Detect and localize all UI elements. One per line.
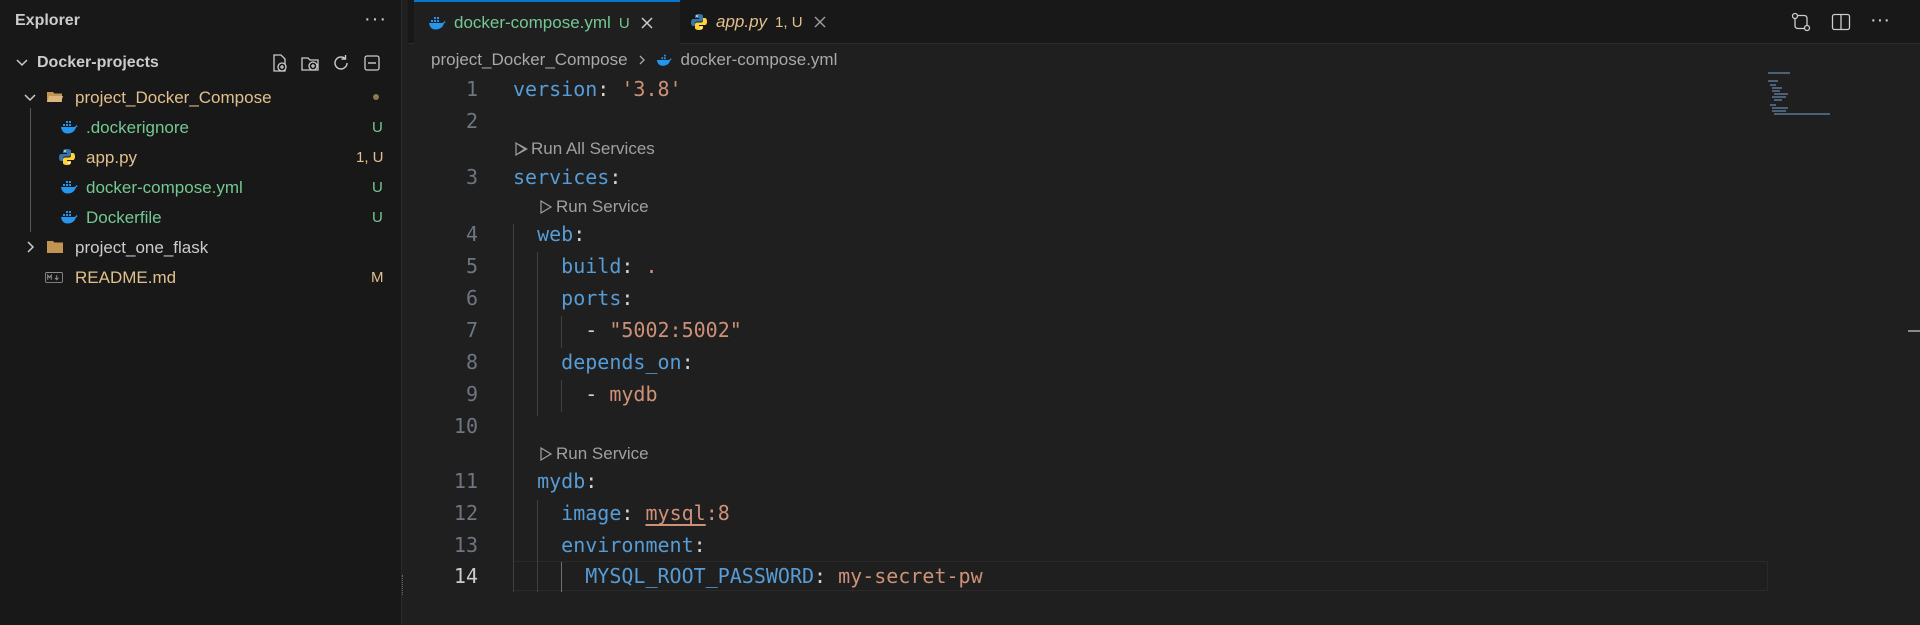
new-file-icon[interactable] [268,52,290,74]
chevron-down-icon [16,59,28,67]
tab-git-badge: 1, U [775,13,803,31]
workspace-root-label: Docker-projects [37,54,159,71]
line-number: 5 [465,254,478,278]
git-status-badge: U [372,119,383,136]
code-line: ports: [561,286,634,310]
docker-icon [61,181,78,194]
more-actions-icon[interactable]: ··· [364,8,387,31]
code-line: - "5002:5002" [585,318,742,342]
docker-icon [429,17,446,30]
line-number: 14 [453,564,478,588]
breadcrumb: project_Docker_Compose docker-compose.ym… [431,49,837,71]
line-number: 8 [465,350,478,374]
close-icon[interactable] [640,16,654,30]
new-folder-icon[interactable] [299,52,321,74]
tree-item-label: docker-compose.yml [86,178,243,197]
tree-item-label: app.py [86,148,138,167]
run-all-services-codelens[interactable]: Run All Services [513,139,655,159]
tab-app-py[interactable]: app.py 1, U [690,0,840,44]
docker-icon [656,54,672,66]
markdown-icon [45,272,63,283]
run-service-codelens[interactable]: Run Service [538,197,649,217]
code-line: web: [537,222,586,246]
explorer-sidebar: Explorer ··· Docker-projects project_Doc… [0,0,402,625]
minimap[interactable] [1768,70,1858,130]
tab-label: docker-compose.yml [454,13,611,32]
breadcrumb-file[interactable]: docker-compose.yml [681,50,838,70]
line-number: 11 [453,469,478,493]
chevron-right-icon [27,241,35,253]
tree-item-label: .dockerignore [86,118,190,137]
tab-docker-compose[interactable]: docker-compose.yml U [414,0,680,44]
line-number: 1 [465,77,478,101]
tree-item-project-docker-compose[interactable]: project_Docker_Compose [0,82,400,112]
tab-label: app.py [716,12,768,31]
python-icon [691,14,707,30]
code-line: - mydb [585,382,658,406]
git-status-badge: U [372,209,383,226]
tree-item-project-one-flask[interactable]: project_one_flask [0,232,400,262]
tree-item-label: project_Docker_Compose [75,88,272,107]
code-line: image: mysql:8 [561,501,730,525]
code-line: build: . [561,254,658,278]
tab-git-badge: U [618,14,630,32]
tree-item-dockerignore[interactable]: .dockerignore U [0,112,400,142]
run-service-codelens[interactable]: Run Service [538,444,649,464]
docker-icon [61,121,78,134]
code-line: version: '3.8' [513,77,682,101]
more-actions-icon[interactable]: ··· [1870,10,1892,33]
sidebar-resize-handle[interactable] [402,575,404,595]
git-status-badge: M [371,269,384,286]
editor-area: docker-compose.yml U app.py 1, U ··· pro… [408,0,1920,625]
workspace-root[interactable]: Docker-projects [0,50,400,78]
explorer-title: Explorer [15,12,80,29]
folder-open-icon [47,92,63,102]
scrollbar-cursor-marker [1908,330,1920,332]
run-all-icon [515,141,529,157]
tree-item-readme[interactable]: README.md M [0,262,400,292]
code-line: MYSQL_ROOT_PASSWORD: my-secret-pw [585,564,983,588]
line-number: 13 [453,533,478,557]
collapse-all-icon[interactable] [361,52,383,74]
tree-item-label: Dockerfile [86,208,162,227]
tree-item-dockerfile[interactable]: Dockerfile U [0,202,400,232]
chevron-down-icon [24,94,36,102]
code-line: services: [513,165,622,189]
git-status-badge: U [372,179,383,196]
docker-icon [61,211,78,224]
split-editor-icon[interactable] [1830,11,1852,33]
chevron-right-icon [639,55,645,65]
open-changes-icon[interactable] [1790,11,1812,33]
code-line: depends_on: [561,350,694,374]
line-number: 9 [465,382,478,406]
python-icon [59,149,75,165]
line-number: 4 [465,222,478,246]
breadcrumb-folder[interactable]: project_Docker_Compose [431,50,628,70]
tree-item-label: README.md [75,268,177,287]
code-line: environment: [561,533,706,557]
line-number: 2 [465,109,478,133]
line-number: 12 [453,501,478,525]
play-icon [540,446,553,462]
folder-icon [47,241,63,253]
play-icon [540,199,553,215]
code-line: mydb: [537,469,598,493]
modified-dot [373,94,379,100]
tab-bar: docker-compose.yml U app.py 1, U ··· [408,0,1920,44]
line-number: 7 [465,318,478,342]
tree-item-app-py[interactable]: app.py 1, U [0,142,400,172]
line-number: 3 [465,165,478,189]
line-number: 10 [453,414,478,438]
refresh-icon[interactable] [330,52,352,74]
git-status-badge: 1, U [356,149,384,166]
close-icon[interactable] [813,15,827,29]
line-number: 6 [465,286,478,310]
tree-item-docker-compose-yml[interactable]: docker-compose.yml U [0,172,400,202]
tree-item-label: project_one_flask [75,238,209,257]
